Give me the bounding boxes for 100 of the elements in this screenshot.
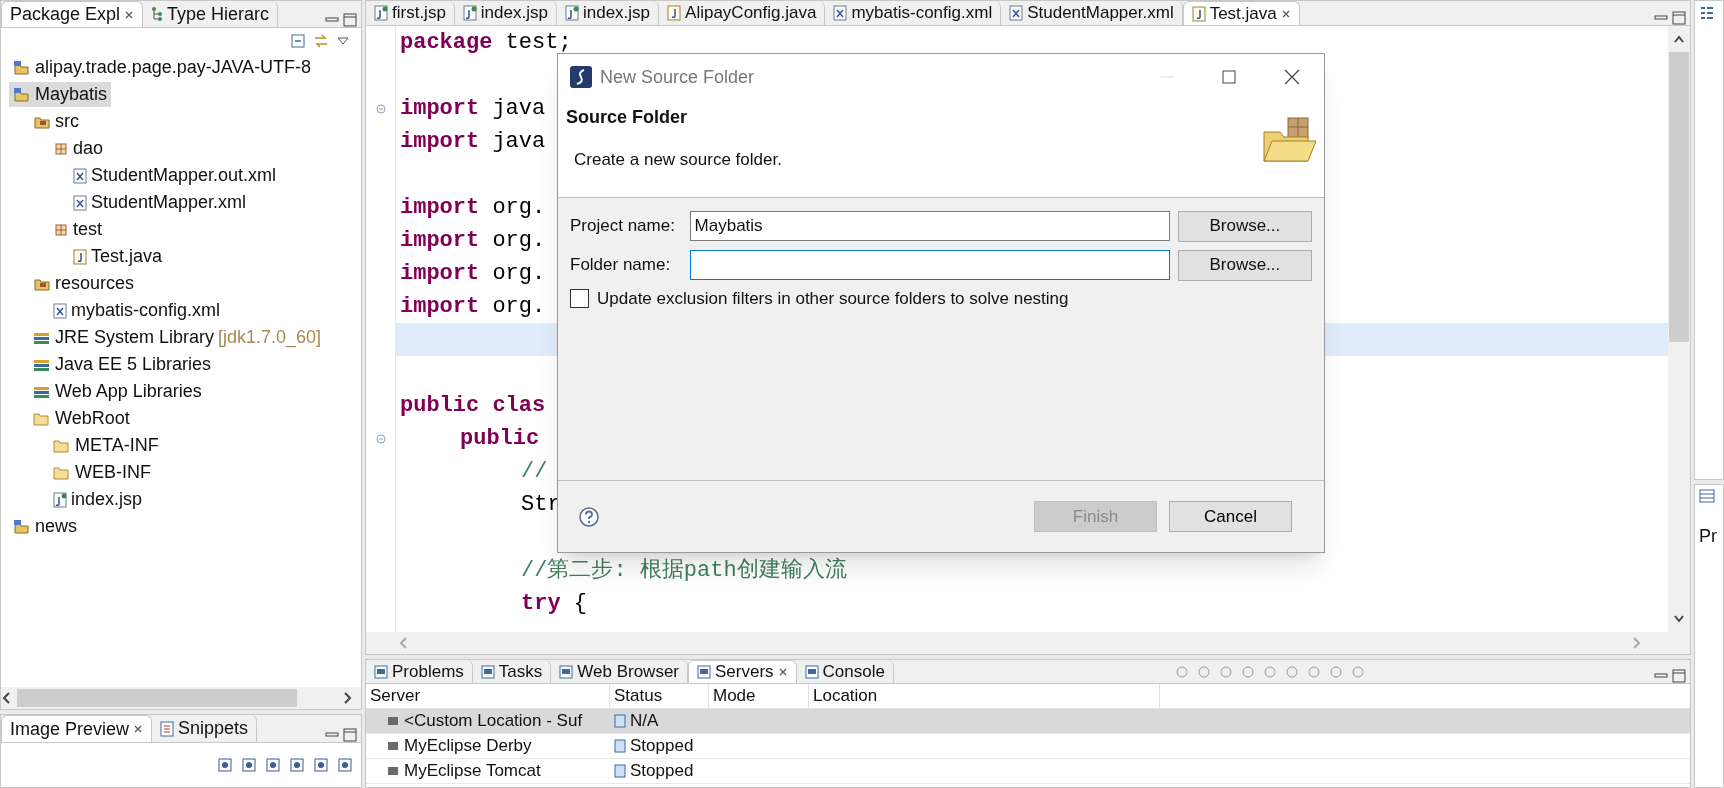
tree-item[interactable]: resources	[29, 271, 139, 296]
minimize-icon[interactable]	[325, 15, 339, 25]
link-editor-icon[interactable]	[313, 34, 329, 48]
text-field[interactable]	[689, 250, 1170, 280]
tree-item[interactable]: Maybatis	[9, 82, 112, 107]
maximize-icon[interactable]	[343, 728, 357, 742]
maximize-icon[interactable]	[1222, 70, 1236, 84]
browse-button[interactable]: Browse...	[1177, 210, 1312, 242]
tree-item[interactable]: WebRoot	[29, 406, 134, 431]
scroll-up-icon[interactable]	[1673, 34, 1685, 44]
status-icon	[614, 714, 626, 728]
snippets-icon	[160, 720, 175, 737]
code-line: import org.	[400, 293, 546, 321]
collapse-all-icon[interactable]	[291, 34, 305, 48]
tree-item[interactable]: Test.java	[69, 244, 167, 269]
checkbox[interactable]	[570, 289, 589, 309]
tree-item[interactable]: META-INF	[49, 433, 163, 458]
library-icon	[33, 357, 51, 372]
view-menu-icon[interactable]	[337, 37, 349, 45]
tree-item[interactable]: dao	[49, 136, 108, 161]
project-icon	[13, 518, 31, 535]
minimize-icon[interactable]	[1654, 13, 1668, 23]
field-label: Project name:	[570, 215, 676, 238]
maximize-icon[interactable]	[1672, 669, 1686, 683]
scroll-down-icon[interactable]	[1673, 614, 1685, 624]
package-icon	[53, 221, 69, 238]
dialog-description: Create a new source folder.	[574, 149, 783, 171]
close-icon[interactable]	[1280, 8, 1291, 19]
tree-item[interactable]: index.jsp	[49, 487, 147, 512]
tree-item[interactable]: alipay.trade.page.pay-JAVA-UTF-8	[9, 55, 316, 80]
tree-item[interactable]: mybatis-config.xml	[49, 298, 225, 323]
close-icon[interactable]	[124, 9, 135, 20]
fold-icon[interactable]	[375, 103, 386, 114]
minimize-icon[interactable]	[325, 730, 339, 740]
tab[interactable]: Package Expl	[1, 1, 144, 27]
close-icon[interactable]	[133, 724, 144, 734]
code-line: import java	[400, 95, 546, 123]
xml-icon	[53, 302, 67, 319]
scroll-left-icon[interactable]	[1, 691, 13, 705]
view-icon	[374, 664, 388, 679]
table-icon[interactable]	[1699, 489, 1715, 503]
tree-item[interactable]: StudentMapper.xml	[69, 190, 251, 215]
java-icon	[73, 248, 87, 265]
code-line: public	[460, 425, 540, 453]
tree-item[interactable]: JRE System Library [jdk1.7.0_60]	[29, 325, 326, 350]
code-line: import org.	[400, 260, 546, 288]
tab[interactable]: Servers	[688, 660, 797, 683]
minimize-icon[interactable]	[1654, 671, 1668, 681]
help-icon[interactable]	[578, 505, 600, 528]
column-header[interactable]: Location	[809, 684, 1160, 708]
code-line: //	[521, 458, 548, 486]
column-header[interactable]: Mode	[709, 684, 809, 708]
tree-item-label: Maybatis	[35, 83, 108, 106]
tab[interactable]: Test.java	[1182, 1, 1300, 25]
tab[interactable]: Image Preview	[1, 715, 153, 742]
tree-item[interactable]: WEB-INF	[49, 460, 155, 485]
tree-item-label: alipay.trade.page.pay-JAVA-UTF-8	[35, 56, 312, 79]
table-cell-text: Stopped	[630, 760, 694, 783]
tree-item[interactable]: Java EE 5 Libraries	[29, 352, 216, 377]
column-header[interactable]: Status	[610, 684, 709, 708]
view-icon	[480, 664, 495, 679]
xml-icon	[73, 194, 87, 211]
tree-item[interactable]: src	[29, 109, 83, 134]
jsp-icon	[53, 491, 67, 508]
tree-item-decoration: [jdk1.7.0_60]	[218, 326, 322, 350]
outline-icon[interactable]	[1699, 5, 1715, 21]
tree-item[interactable]: Web App Libraries	[29, 379, 206, 404]
text-field[interactable]: Maybatis	[689, 211, 1170, 241]
fold-icon[interactable]	[375, 433, 386, 444]
scroll-right-icon[interactable]	[341, 691, 353, 705]
code-line: import org.	[400, 194, 546, 222]
tree-item[interactable]: test	[49, 217, 106, 242]
tree-item[interactable]: StudentMapper.out.xml	[69, 163, 281, 188]
tree-item-label: WebRoot	[55, 407, 130, 430]
table-cell-text: Stopped	[630, 735, 694, 758]
maximize-icon[interactable]	[1672, 11, 1686, 25]
tree-item-label: Java EE 5 Libraries	[55, 353, 212, 376]
tree-item-label: test	[73, 218, 102, 241]
tree-item-label: JRE System Library	[55, 326, 215, 349]
jsp-file-icon	[564, 5, 579, 21]
column-header[interactable]: Server	[366, 684, 610, 708]
view-icon	[559, 664, 574, 679]
browse-button[interactable]: Browse...	[1177, 249, 1312, 281]
tree-item-label: index.jsp	[71, 488, 143, 511]
horizontal-scrollbar-thumb[interactable]	[17, 689, 297, 707]
tree-item-label: mybatis-config.xml	[71, 299, 221, 322]
dialog-button[interactable]: Cancel	[1169, 501, 1292, 532]
table-row[interactable]: <Custom Location - Suf N/A	[366, 709, 1690, 734]
tree-item-label: StudentMapper.xml	[91, 191, 247, 214]
library-icon	[33, 330, 51, 345]
tree-item[interactable]: news	[9, 514, 82, 539]
table-cell-text: MyEclipse Derby	[404, 735, 532, 758]
code-line: import java	[400, 128, 546, 156]
close-icon[interactable]	[1284, 69, 1300, 85]
code-line: //第二步: 根据path创建输入流	[521, 556, 847, 585]
vertical-scrollbar-thumb[interactable]	[1669, 52, 1689, 342]
server-icon	[386, 714, 400, 728]
maximize-icon[interactable]	[343, 13, 357, 27]
close-icon[interactable]	[777, 667, 788, 677]
java-file-icon	[667, 5, 682, 21]
